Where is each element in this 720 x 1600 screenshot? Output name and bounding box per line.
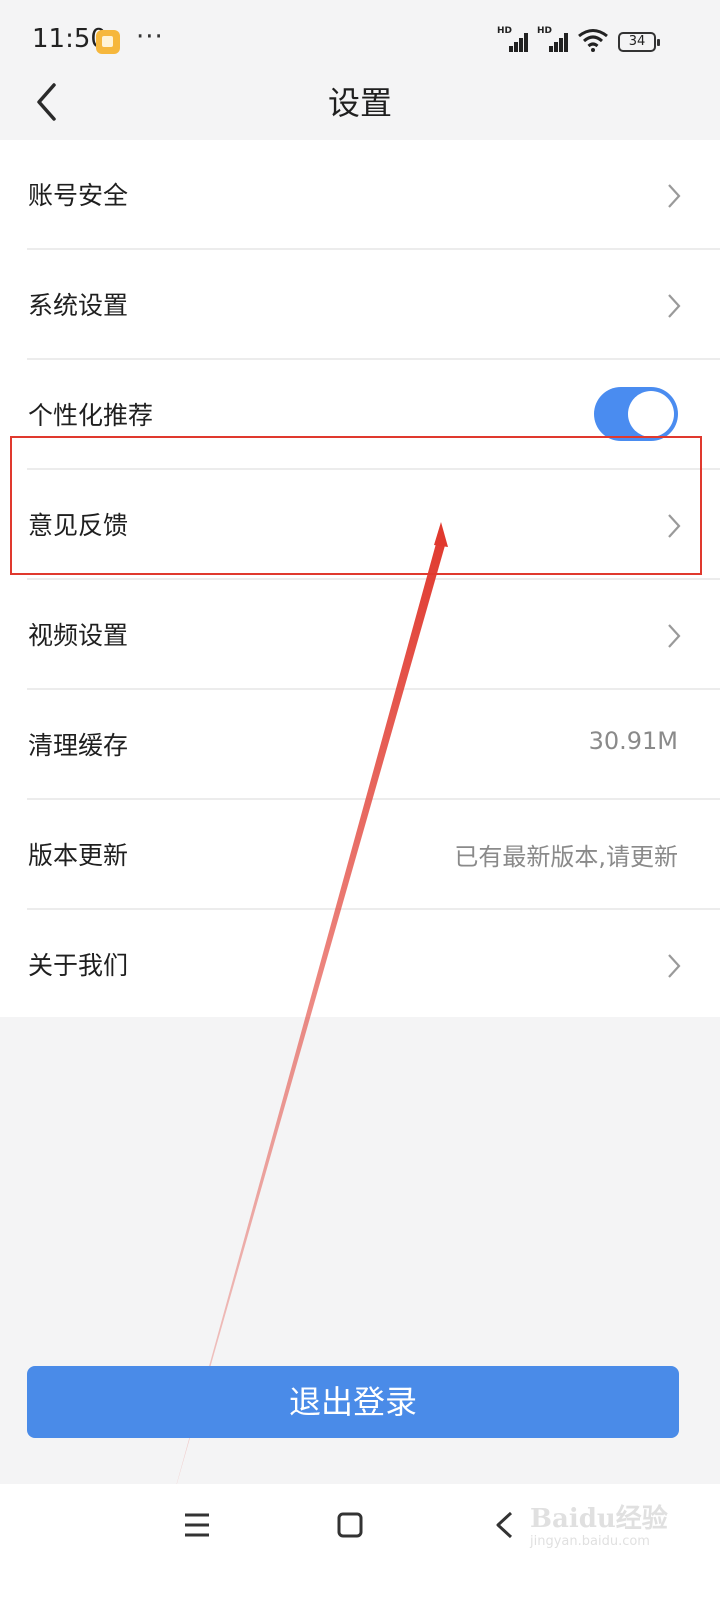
watermark-url: jingyan.baidu.com xyxy=(530,1534,650,1549)
chevron-right-icon xyxy=(668,954,681,978)
settings-item-version-update[interactable]: 版本更新 已有最新版本,请更新 xyxy=(0,800,720,910)
settings-item-label: 清理缓存 xyxy=(28,731,129,760)
settings-item-account-security[interactable]: 账号安全 xyxy=(0,140,720,250)
home-icon xyxy=(337,1512,363,1538)
menu-icon xyxy=(185,1513,209,1537)
header: 设置 xyxy=(0,72,720,140)
settings-item-label: 视频设置 xyxy=(28,621,129,650)
personalized-recommendation-toggle[interactable] xyxy=(594,387,678,441)
more-notifications-icon: ··· xyxy=(136,22,164,52)
settings-item-label: 账号安全 xyxy=(28,181,129,210)
settings-item-label: 关于我们 xyxy=(28,951,129,980)
settings-item-about-us[interactable]: 关于我们 xyxy=(0,910,720,1020)
status-bar: 11:50 ··· HD HD 34 xyxy=(0,0,720,72)
logout-button[interactable]: 退出登录 xyxy=(27,1366,679,1438)
settings-item-system-settings[interactable]: 系统设置 xyxy=(0,250,720,360)
cache-size-value: 30.91M xyxy=(588,727,678,755)
version-status-value: 已有最新版本,请更新 xyxy=(454,843,678,871)
chevron-right-icon xyxy=(668,184,681,208)
page-title: 设置 xyxy=(327,84,392,122)
menu-button[interactable] xyxy=(142,1484,252,1564)
settings-item-clear-cache[interactable]: 清理缓存 30.91M xyxy=(0,690,720,800)
battery-icon: 34 xyxy=(618,32,660,52)
app-notification-icon xyxy=(96,30,120,54)
chevron-right-icon xyxy=(668,294,681,318)
settings-item-label: 个性化推荐 xyxy=(28,401,154,430)
toggle-knob xyxy=(628,391,674,437)
home-button[interactable] xyxy=(295,1484,405,1564)
settings-list: 账号安全 系统设置 个性化推荐 意见反馈 视频设置 清理缓存 30.91M 版本… xyxy=(0,140,720,1017)
settings-item-label: 系统设置 xyxy=(28,291,129,320)
chevron-right-icon xyxy=(668,624,681,648)
baidu-watermark: Baidu经验 jingyan.baidu.com xyxy=(530,1490,670,1560)
wifi-icon xyxy=(578,29,608,52)
watermark-brand: Baidu经验 xyxy=(530,1504,668,1534)
annotation-highlight-box xyxy=(10,436,702,575)
settings-item-video-settings[interactable]: 视频设置 xyxy=(0,580,720,690)
settings-item-label: 版本更新 xyxy=(28,841,129,870)
